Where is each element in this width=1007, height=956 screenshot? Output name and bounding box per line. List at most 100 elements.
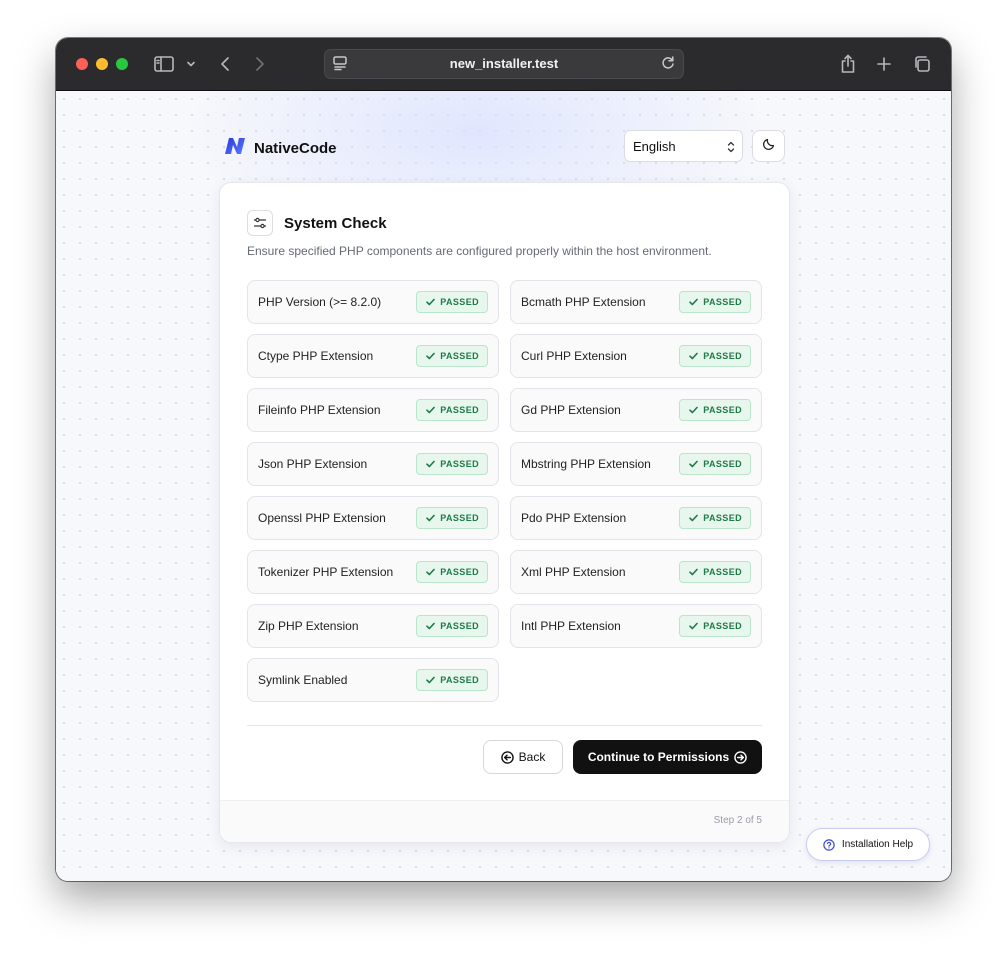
check-item: Zip PHP Extension PASSED: [247, 604, 499, 648]
check-label: Curl PHP Extension: [521, 349, 627, 363]
status-badge: PASSED: [416, 669, 488, 691]
select-chevron-icon: [726, 140, 736, 157]
check-label: PHP Version (>= 8.2.0): [258, 295, 382, 309]
check-icon: [689, 514, 699, 522]
language-select-value: English: [633, 138, 676, 154]
native-code-logo-icon: [224, 137, 246, 160]
check-icon: [426, 622, 436, 630]
continue-to-permissions-button[interactable]: Continue to Permissions: [573, 740, 762, 774]
check-item: Ctype PHP Extension PASSED: [247, 334, 499, 378]
check-label: Mbstring PHP Extension: [521, 457, 651, 471]
back-navigation-icon[interactable]: [213, 52, 237, 76]
back-button[interactable]: Back: [483, 740, 563, 774]
status-badge-text: PASSED: [440, 675, 479, 685]
share-icon[interactable]: [836, 52, 860, 76]
check-icon: [689, 568, 699, 576]
back-button-label: Back: [518, 750, 546, 764]
forward-navigation-icon[interactable]: [248, 52, 272, 76]
sliders-icon: [247, 210, 273, 236]
reload-icon[interactable]: [660, 55, 676, 71]
zoom-window-button[interactable]: [116, 58, 128, 70]
check-label: Bcmath PHP Extension: [521, 295, 646, 309]
status-badge: PASSED: [679, 291, 751, 313]
check-icon: [689, 298, 699, 306]
status-badge-text: PASSED: [703, 621, 742, 631]
check-item: Curl PHP Extension PASSED: [510, 334, 762, 378]
status-badge: PASSED: [416, 561, 488, 583]
brand-name: NativeCode: [254, 140, 337, 157]
check-item: Symlink Enabled PASSED: [247, 658, 499, 702]
check-item: Bcmath PHP Extension PASSED: [510, 280, 762, 324]
check-icon: [426, 514, 436, 522]
check-item: Mbstring PHP Extension PASSED: [510, 442, 762, 486]
status-badge: PASSED: [416, 615, 488, 637]
check-icon: [689, 406, 699, 414]
brand[interactable]: NativeCode: [224, 137, 337, 160]
status-badge-text: PASSED: [703, 351, 742, 361]
status-badge-text: PASSED: [703, 567, 742, 577]
check-label: Pdo PHP Extension: [521, 511, 627, 525]
check-icon: [689, 352, 699, 360]
status-badge-text: PASSED: [440, 297, 479, 307]
check-item: Xml PHP Extension PASSED: [510, 550, 762, 594]
check-label: Intl PHP Extension: [521, 619, 621, 633]
continue-button-label: Continue to Permissions: [587, 750, 730, 764]
check-item: Intl PHP Extension PASSED: [510, 604, 762, 648]
sidebar-toggle-icon[interactable]: [152, 52, 176, 76]
status-badge-text: PASSED: [440, 351, 479, 361]
check-label: Gd PHP Extension: [521, 403, 621, 417]
check-icon: [426, 568, 436, 576]
status-badge: PASSED: [416, 453, 488, 475]
status-badge: PASSED: [679, 345, 751, 367]
check-item: Gd PHP Extension PASSED: [510, 388, 762, 432]
status-badge: PASSED: [679, 615, 751, 637]
status-badge-text: PASSED: [703, 459, 742, 469]
browser-window: new_installer.test NativeCode English Sy…: [56, 38, 951, 881]
close-window-button[interactable]: [76, 58, 88, 70]
check-icon: [426, 406, 436, 414]
status-badge-text: PASSED: [440, 405, 479, 415]
divider: [247, 725, 762, 726]
theme-toggle-button[interactable]: [752, 130, 785, 162]
status-badge: PASSED: [679, 507, 751, 529]
system-check-card: System Check Ensure specified PHP compon…: [219, 182, 790, 843]
minimize-window-button[interactable]: [96, 58, 108, 70]
page-viewport: NativeCode English System Check Ensure s…: [56, 91, 951, 881]
arrow-left-circle-icon: [500, 750, 514, 764]
check-icon: [426, 676, 436, 684]
status-badge-text: PASSED: [703, 405, 742, 415]
check-item: Json PHP Extension PASSED: [247, 442, 499, 486]
check-label: Tokenizer PHP Extension: [258, 565, 394, 579]
url-text: new_installer.test: [449, 56, 559, 71]
status-badge-text: PASSED: [440, 621, 479, 631]
check-list: PHP Version (>= 8.2.0) PASSED Bcmath PHP E…: [247, 280, 762, 702]
new-tab-icon[interactable]: [872, 52, 896, 76]
check-item: Openssl PHP Extension PASSED: [247, 496, 499, 540]
status-badge: PASSED: [679, 399, 751, 421]
language-select[interactable]: English: [624, 130, 743, 162]
check-label: Fileinfo PHP Extension: [258, 403, 381, 417]
card-title: System Check: [284, 215, 387, 232]
installation-help-button[interactable]: Installation Help: [806, 828, 930, 861]
moon-icon: [762, 137, 776, 156]
check-label: Openssl PHP Extension: [258, 511, 386, 525]
status-badge: PASSED: [679, 561, 751, 583]
chevron-down-icon[interactable]: [179, 52, 203, 76]
status-badge-text: PASSED: [440, 459, 479, 469]
check-label: Ctype PHP Extension: [258, 349, 374, 363]
check-icon: [689, 460, 699, 468]
question-circle-icon: [823, 838, 835, 851]
status-badge-text: PASSED: [703, 297, 742, 307]
status-badge-text: PASSED: [703, 513, 742, 523]
status-badge: PASSED: [416, 507, 488, 529]
check-icon: [689, 622, 699, 630]
check-icon: [426, 460, 436, 468]
tab-overview-icon[interactable]: [910, 52, 934, 76]
check-label: Zip PHP Extension: [258, 619, 359, 633]
address-bar[interactable]: new_installer.test: [324, 49, 684, 79]
card-description: Ensure specified PHP components are conf…: [247, 244, 712, 258]
check-icon: [426, 298, 436, 306]
check-label: Symlink Enabled: [258, 673, 348, 687]
status-badge: PASSED: [416, 345, 488, 367]
card-footer: Step 2 of 5: [220, 800, 789, 842]
